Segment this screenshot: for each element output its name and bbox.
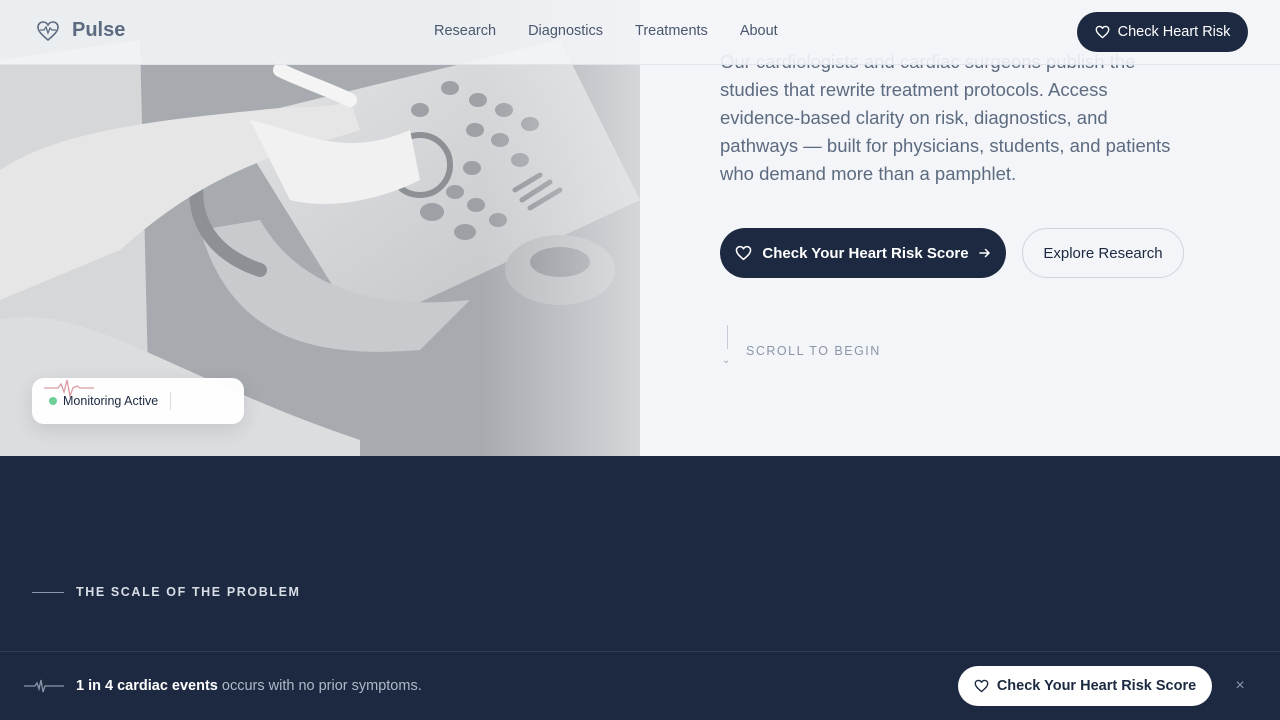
heart-outline-icon bbox=[736, 245, 752, 261]
check-heart-risk-button[interactable]: Check Heart Risk bbox=[1077, 12, 1248, 52]
chevron-down-icon[interactable]: ⌄ bbox=[722, 356, 730, 366]
sticky-bar-highlight: 1 in 4 cardiac events bbox=[76, 678, 218, 694]
hero-image-ultrasound: Monitoring Active bbox=[0, 0, 640, 456]
scroll-indicator-line bbox=[727, 325, 728, 349]
section-rule bbox=[32, 592, 64, 593]
nav-link-research[interactable]: Research bbox=[434, 23, 496, 39]
heart-outline-icon bbox=[1095, 25, 1110, 39]
hero-description: Our cardiologists and cardiac surgeons p… bbox=[720, 51, 1171, 184]
primary-cta-label: Check Your Heart Risk Score bbox=[762, 244, 969, 262]
scroll-to-begin-label[interactable]: SCROLL TO BEGIN bbox=[746, 344, 881, 358]
sticky-cta-bar: 1 in 4 cardiac events occurs with no pri… bbox=[0, 651, 1280, 720]
section-eyebrow: THE SCALE OF THE PROBLEM bbox=[76, 585, 301, 599]
check-heart-risk-score-button[interactable]: Check Your Heart Risk Score bbox=[720, 228, 1006, 278]
explore-research-button[interactable]: Explore Research bbox=[1022, 228, 1184, 278]
heart-outline-icon bbox=[974, 679, 989, 693]
top-navigation: Pulse Research Diagnostics Treatments Ab… bbox=[0, 0, 1280, 65]
nav-cta-label: Check Heart Risk bbox=[1117, 24, 1231, 40]
brand-logo[interactable]: Pulse bbox=[36, 19, 125, 42]
sticky-cta-label: Check Your Heart Risk Score bbox=[996, 678, 1197, 694]
ecg-wave-icon bbox=[44, 379, 94, 398]
arrow-right-icon bbox=[978, 248, 990, 258]
status-dot-icon bbox=[49, 397, 57, 405]
sticky-check-heart-risk-score-button[interactable]: Check Your Heart Risk Score bbox=[958, 666, 1212, 706]
hero-content: Our cardiologists and cardiac surgeons p… bbox=[640, 0, 1280, 456]
close-icon[interactable]: × bbox=[1230, 676, 1250, 696]
nav-link-treatments[interactable]: Treatments bbox=[635, 23, 708, 39]
hero-section: Monitoring Active Our cardiologists and … bbox=[0, 0, 1280, 456]
nav-link-about[interactable]: About bbox=[740, 23, 778, 39]
brand-name: Pulse bbox=[72, 19, 126, 41]
monitoring-status-card: Monitoring Active bbox=[32, 378, 244, 424]
card-divider bbox=[170, 392, 172, 410]
main-menu: Research Diagnostics Treatments About bbox=[434, 23, 778, 39]
heart-pulse-icon bbox=[37, 20, 59, 41]
nav-link-diagnostics[interactable]: Diagnostics bbox=[528, 23, 603, 39]
sticky-bar-text: occurs with no prior symptoms. bbox=[217, 678, 422, 694]
ecg-wave-icon bbox=[24, 679, 64, 693]
sticky-bar-message: 1 in 4 cardiac events occurs with no pri… bbox=[76, 678, 422, 694]
